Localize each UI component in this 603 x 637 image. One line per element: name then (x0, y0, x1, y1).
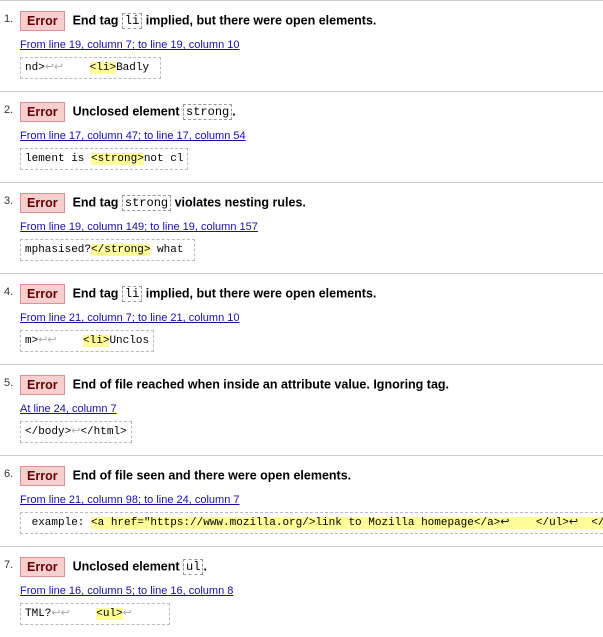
error-header: ErrorEnd tag strong violates nesting rul… (20, 193, 595, 213)
error-header: ErrorUnclosed element ul. (20, 557, 595, 577)
error-badge: Error (20, 375, 65, 395)
code-snippet: mphasised?</strong> what (20, 239, 195, 261)
error-item: ErrorEnd tag strong violates nesting rul… (0, 182, 603, 273)
error-header: ErrorEnd of file seen and there were ope… (20, 466, 595, 486)
error-list: ErrorEnd tag li implied, but there were … (0, 0, 603, 637)
error-item: ErrorUnclosed element strong. From line 1… (0, 91, 603, 182)
code-token: li (122, 13, 142, 29)
code-snippet: example: <a href="https://www.mozilla.or… (20, 512, 603, 534)
error-header: ErrorEnd of file reached when inside an … (20, 375, 595, 395)
error-badge: Error (20, 11, 65, 31)
error-header: ErrorUnclosed element strong. (20, 102, 595, 122)
code-snippet: nd>↩↩ <li>Badly (20, 57, 161, 79)
error-item: ErrorEnd of file seen and there were ope… (0, 455, 603, 546)
code-snippet: m>↩↩ <li>Unclos (20, 330, 154, 352)
location-link[interactable]: From line 16, column 5; to line 16, colu… (20, 585, 233, 597)
location-link[interactable]: From line 17, column 47; to line 17, col… (20, 130, 246, 142)
error-badge: Error (20, 193, 65, 213)
error-item: ErrorEnd of file reached when inside an … (0, 364, 603, 455)
error-item: ErrorEnd tag li implied, but there were … (0, 273, 603, 364)
code-snippet: lement is <strong>not cl (20, 148, 188, 170)
location-link[interactable]: From line 21, column 7; to line 21, colu… (20, 312, 240, 324)
location-link[interactable]: From line 21, column 98; to line 24, col… (20, 494, 240, 506)
code-snippet: </body>↩</html> (20, 421, 132, 443)
code-token: strong (183, 104, 232, 120)
error-badge: Error (20, 466, 65, 486)
error-header: ErrorEnd tag li implied, but there were … (20, 284, 595, 304)
error-item: ErrorUnclosed element ul. From line 16, c… (0, 546, 603, 637)
code-token: strong (122, 195, 171, 211)
error-item: ErrorEnd tag li implied, but there were … (0, 0, 603, 91)
error-badge: Error (20, 102, 65, 122)
error-header: ErrorEnd tag li implied, but there were … (20, 11, 595, 31)
code-token: li (122, 286, 142, 302)
error-badge: Error (20, 284, 65, 304)
error-badge: Error (20, 557, 65, 577)
code-token: ul (183, 559, 203, 575)
location-link[interactable]: From line 19, column 7; to line 19, colu… (20, 39, 240, 51)
code-snippet: TML?↩↩ <ul>↩ (20, 603, 170, 625)
location-link[interactable]: From line 19, column 149; to line 19, co… (20, 221, 258, 233)
location-link[interactable]: At line 24, column 7 (20, 403, 117, 415)
